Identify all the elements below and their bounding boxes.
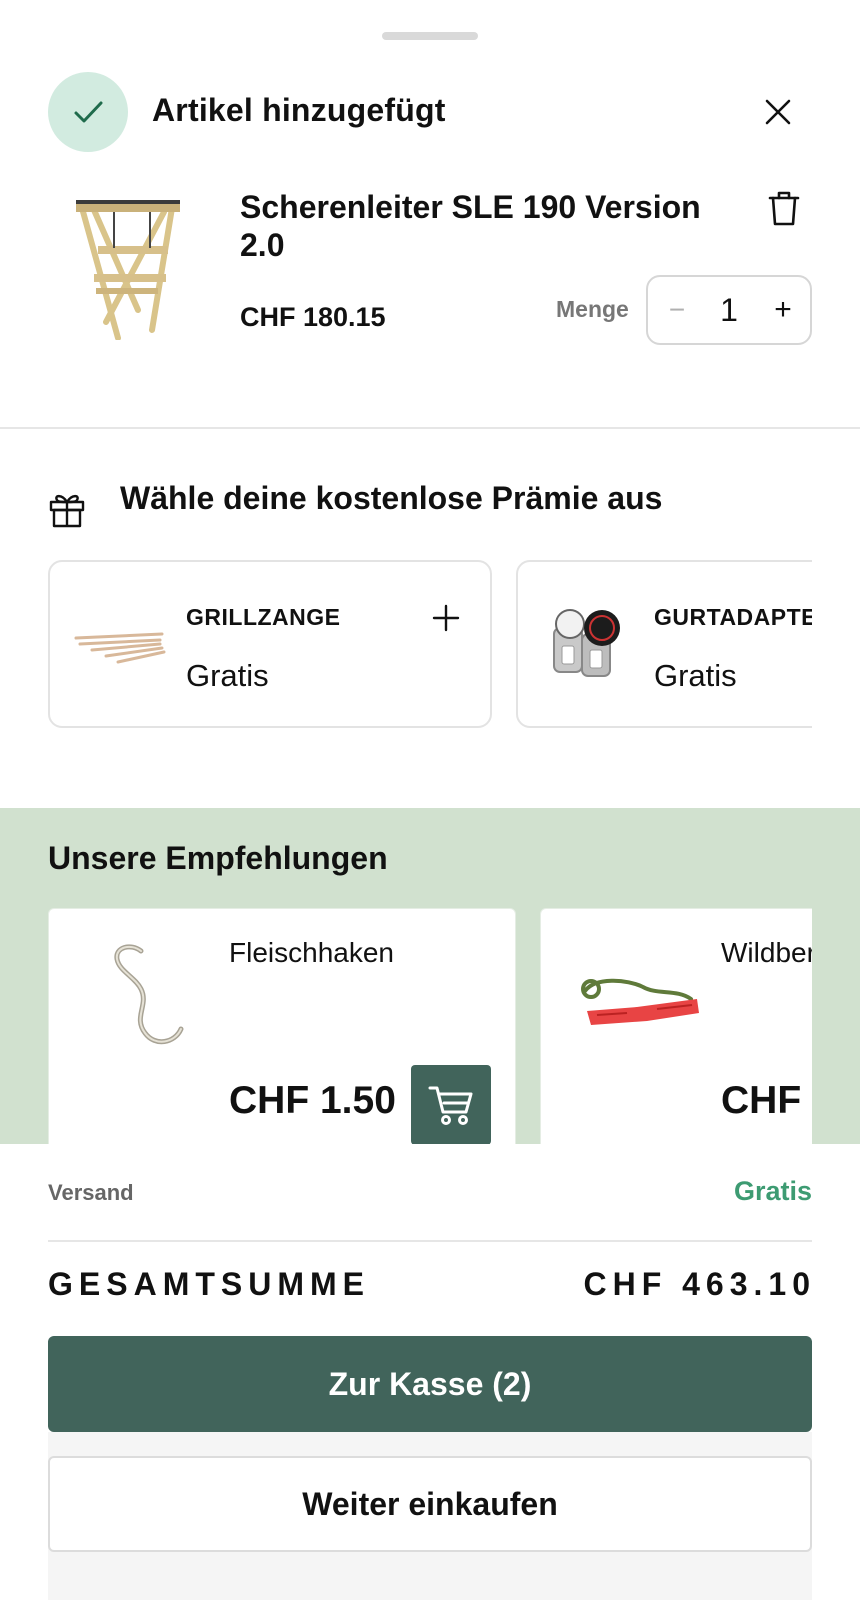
added-header: Artikel hinzugefügt (48, 72, 812, 152)
recommendation-name[interactable]: Fleischhaken (229, 937, 394, 969)
gift-price: Gratis (186, 658, 269, 693)
recommendation-card[interactable]: Fleischhaken CHF 1.50 (48, 908, 516, 1144)
product-title[interactable]: Scherenleiter SLE 190 Version 2.0 (240, 188, 720, 264)
gift-price: Gratis (654, 658, 737, 693)
summary-divider (48, 1240, 812, 1242)
product-price: CHF 180.15 (240, 302, 386, 332)
drag-handle[interactable] (382, 32, 478, 40)
ladder-image (68, 190, 188, 341)
cart-item: Scherenleiter SLE 190 Version 2.0 CHF 18… (48, 180, 812, 360)
total-label: GESAMTSUMME (48, 1266, 370, 1302)
check-icon (48, 72, 128, 152)
gift-name: GURTADAPTER (654, 604, 812, 630)
grill-skewers-image (72, 598, 168, 694)
recommendations-carousel[interactable]: Fleischhaken CHF 1.50 Wildber CHF (48, 908, 812, 1144)
drag-strap-image (567, 929, 717, 1079)
cart-icon (428, 1086, 473, 1125)
trash-icon[interactable] (762, 186, 806, 230)
continue-shopping-button[interactable]: Weiter einkaufen (48, 1456, 812, 1552)
increase-quantity-button[interactable]: + (766, 289, 800, 331)
gift-section-title: Wähle deine kostenlose Prämie aus (120, 480, 663, 516)
add-to-cart-button[interactable] (411, 1065, 491, 1144)
gift-card[interactable]: GRILLZANGE Gratis (48, 560, 492, 728)
recommendation-price: CHF 1.50 (229, 1079, 396, 1122)
header-title: Artikel hinzugefügt (152, 92, 446, 128)
recommendation-name[interactable]: Wildbergegurt (721, 937, 812, 969)
gift-section-header: Wähle deine kostenlose Prämie aus (48, 480, 812, 530)
decrease-quantity-button[interactable]: − (660, 289, 694, 331)
quantity-stepper: − 1 + (646, 275, 812, 345)
gift-card[interactable]: GURTADAPTER Gratis (516, 560, 812, 728)
section-divider (0, 427, 860, 429)
seatbelt-adapter-image (540, 598, 636, 694)
total-value: CHF 463.10 (583, 1266, 816, 1302)
shipping-value: Gratis (733, 1176, 812, 1206)
gift-name: GRILLZANGE (186, 604, 341, 630)
recommendation-card[interactable]: Wildbergegurt CHF 4 (540, 908, 812, 1144)
shipping-label: Versand (48, 1180, 134, 1205)
quantity-value[interactable]: 1 (706, 287, 752, 333)
recommendations-title: Unsere Empfehlungen (48, 840, 388, 876)
cart-summary: Versand Gratis GESAMTSUMME CHF 463.10 Zu… (0, 1144, 860, 1600)
add-gift-icon[interactable] (428, 600, 464, 636)
recommendation-price: CHF 4 (721, 1079, 812, 1122)
close-icon[interactable] (756, 90, 800, 134)
checkout-button[interactable]: Zur Kasse (2) (48, 1336, 812, 1432)
quantity-label: Menge (556, 296, 629, 322)
meat-hook-image (75, 929, 225, 1079)
recommendations-section: Unsere Empfehlungen Fleischhaken CHF 1.5… (0, 808, 860, 1144)
gift-icon (48, 490, 88, 530)
gift-carousel[interactable]: GRILLZANGE Gratis GURTADAPTER Gratis (48, 560, 812, 730)
